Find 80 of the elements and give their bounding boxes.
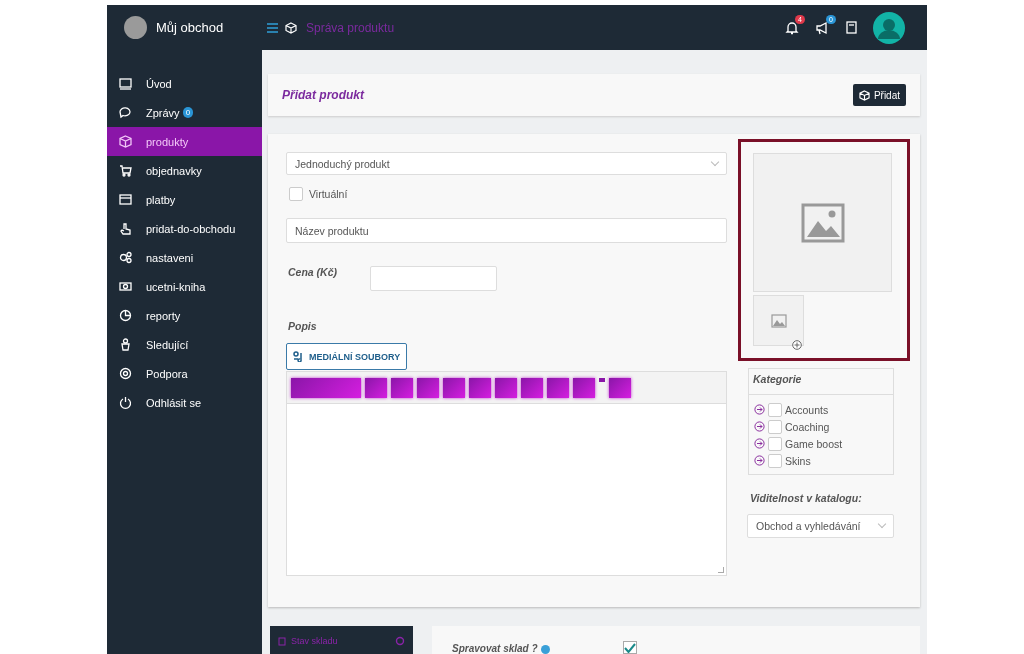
category-checkbox[interactable] xyxy=(768,402,782,417)
bell-icon[interactable] xyxy=(785,20,799,35)
page-title: Přidat produkt xyxy=(282,88,364,102)
shop-name: Můj obchod xyxy=(156,20,224,35)
price-field[interactable] xyxy=(370,266,497,291)
cube-icon xyxy=(858,89,870,101)
category-label: Coaching xyxy=(785,420,830,433)
shop-logo xyxy=(124,16,147,39)
banknote-icon xyxy=(119,280,132,293)
sidebar-item[interactable]: pridat-do-obchodu xyxy=(107,214,262,243)
visibility-select[interactable]: Obchod a vyhledávání xyxy=(747,514,894,538)
sidebar-item[interactable]: Podpora xyxy=(107,359,262,388)
format-button[interactable] xyxy=(495,377,517,398)
arrow-circle-icon[interactable] xyxy=(754,455,765,466)
image-upload-area[interactable] xyxy=(738,139,910,361)
format-button[interactable] xyxy=(417,377,439,398)
format-button[interactable] xyxy=(443,377,465,398)
monitor-icon xyxy=(119,77,132,90)
chat-icon xyxy=(119,106,132,119)
page-breadcrumb: Správa produktu xyxy=(306,20,395,35)
category-checkbox[interactable] xyxy=(768,453,782,468)
format-button[interactable] xyxy=(521,377,543,398)
media-icon xyxy=(293,351,305,362)
visibility-label: Viditelnost v katalogu: xyxy=(750,492,863,504)
add-icon[interactable] xyxy=(792,340,802,350)
image-icon xyxy=(770,313,787,328)
category-checkbox[interactable] xyxy=(768,419,782,434)
cart-icon xyxy=(119,164,132,177)
sidebar-item[interactable]: Odhlásit se xyxy=(107,388,262,417)
power-icon xyxy=(119,396,132,409)
toolbar-separator xyxy=(599,378,605,382)
cube-icon xyxy=(285,21,297,34)
manage-stock-checkbox[interactable] xyxy=(622,641,637,654)
category-checkbox[interactable] xyxy=(768,436,782,451)
sidebar-item[interactable]: Zprávy 0 xyxy=(107,98,262,127)
media-button[interactable]: MEDIÁLNÍ SOUBORY xyxy=(286,343,408,370)
virtual-checkbox[interactable] xyxy=(289,187,303,201)
cube-icon xyxy=(119,135,132,148)
card-icon xyxy=(119,193,132,206)
gears-icon xyxy=(119,251,132,264)
description-label: Popis xyxy=(288,320,318,332)
box-icon xyxy=(278,636,286,646)
category-label: Accounts xyxy=(785,403,829,416)
format-button[interactable] xyxy=(469,377,491,398)
sidebar-item[interactable]: nastaveni xyxy=(107,243,262,272)
format-button[interactable] xyxy=(391,377,413,398)
count-badge: 0 xyxy=(182,107,194,118)
lifebuoy-icon xyxy=(119,367,132,380)
sidebar-item[interactable]: ucetni-kniha xyxy=(107,272,262,301)
arrow-circle-icon[interactable] xyxy=(754,421,765,432)
calculator-icon[interactable] xyxy=(846,21,857,34)
sidebar-item[interactable]: Sledující xyxy=(107,330,262,359)
image-icon xyxy=(800,202,845,243)
menu-icon[interactable] xyxy=(267,22,278,33)
text-editor[interactable] xyxy=(286,371,727,576)
categories-title: Kategorie xyxy=(753,373,802,385)
arrow-circle-icon[interactable] xyxy=(754,404,765,415)
sidebar-item[interactable]: Úvod xyxy=(107,69,262,98)
category-label: Skins xyxy=(785,454,811,467)
format-button[interactable] xyxy=(547,377,569,398)
price-label: Cena (Kč) xyxy=(288,266,337,278)
sidebar-item[interactable]: reporty xyxy=(107,301,262,330)
format-button[interactable] xyxy=(291,377,361,398)
product-type-select[interactable]: Jednoduchý produkt xyxy=(286,152,727,175)
sidebar-item[interactable]: produkty xyxy=(107,127,262,156)
product-name-field[interactable]: Název produktu xyxy=(286,218,727,243)
megaphone-icon[interactable] xyxy=(815,20,830,35)
format-button[interactable] xyxy=(609,377,631,398)
manage-stock-label: Spravovat sklad ? xyxy=(452,643,538,654)
format-button[interactable] xyxy=(573,377,595,398)
pie-chart-icon xyxy=(119,309,132,322)
category-label: Game boost xyxy=(785,437,843,450)
avatar-icon[interactable] xyxy=(873,11,905,44)
sidebar-item[interactable]: platby xyxy=(107,185,262,214)
format-button[interactable] xyxy=(365,377,387,398)
virtual-label: Virtuální xyxy=(309,188,348,200)
sidebar-item[interactable]: objednavky xyxy=(107,156,262,185)
arrow-circle-icon[interactable] xyxy=(754,438,765,449)
add-button[interactable]: Přidat xyxy=(852,84,906,106)
thumbnail-placeholder[interactable] xyxy=(753,295,804,346)
